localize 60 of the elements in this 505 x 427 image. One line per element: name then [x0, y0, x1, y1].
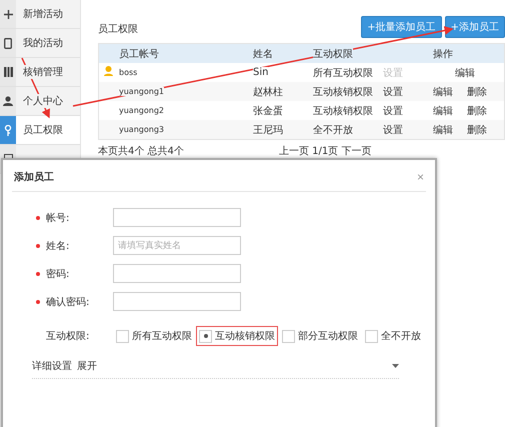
field-label: 密码:	[46, 268, 70, 280]
required-icon	[36, 216, 40, 220]
column-header: 互动权限	[313, 46, 353, 60]
settings-link[interactable]: 设置	[383, 122, 403, 136]
action-link[interactable]: 删除	[467, 104, 487, 118]
input-field[interactable]	[113, 264, 241, 283]
action-link[interactable]: 删除	[467, 84, 487, 98]
column-header: 操作	[433, 46, 453, 60]
book-icon	[4, 67, 12, 77]
permission-option[interactable]: 所有互动权限	[113, 326, 195, 346]
settings-link[interactable]: 设置	[383, 104, 403, 118]
dialog-title: 添加员工	[14, 170, 54, 184]
required-icon	[36, 272, 40, 276]
expand-link[interactable]: 展开	[77, 359, 97, 373]
action-link[interactable]: 编辑	[433, 84, 453, 98]
field-label: 帐号:	[46, 212, 70, 224]
table-cell: 互动核销权限	[313, 104, 373, 118]
action-link[interactable]: 编辑	[433, 122, 453, 136]
table-cell: yuangong3	[119, 125, 164, 134]
table-cell: 赵林柱	[253, 84, 283, 98]
plus-icon	[4, 10, 12, 18]
input-field[interactable]	[113, 292, 241, 311]
details-label: 详细设置	[32, 360, 72, 373]
column-header: 员工帐号	[119, 46, 159, 60]
user-icon	[3, 96, 13, 106]
table-cell: 全不开放	[313, 122, 353, 136]
permission-option[interactable]: 全不开放	[362, 326, 424, 346]
permission-option[interactable]: 互动核销权限	[196, 326, 278, 346]
page-title: 员工权限	[98, 22, 138, 36]
table-cell: yuangong2	[119, 106, 164, 115]
action-link[interactable]: 删除	[467, 122, 487, 136]
table-cell: yuangong1	[119, 87, 164, 96]
table-cell: boss	[119, 68, 138, 77]
page-summary: 本页共4个 总共4个	[98, 144, 184, 158]
table-cell: 所有互动权限	[313, 66, 373, 80]
table-cell: Sin	[253, 67, 268, 78]
sidebar-item[interactable]: 员工权限	[0, 116, 80, 145]
permission-option[interactable]: 部分互动权限	[279, 326, 361, 346]
column-header: 姓名	[253, 46, 273, 60]
field-label: 确认密码:	[46, 296, 90, 308]
caret-icon[interactable]	[392, 364, 399, 368]
input-field[interactable]	[113, 208, 241, 227]
action-link[interactable]: 编辑	[433, 104, 453, 118]
table-cell: 互动核销权限	[313, 84, 373, 98]
table-cell: 王尼玛	[253, 122, 283, 136]
action-link[interactable]: 编辑	[455, 66, 475, 80]
settings-link[interactable]: 设置	[383, 84, 403, 98]
table-cell: 张金蛋	[253, 104, 283, 118]
field-label: 互动权限:	[46, 330, 90, 343]
sidebar-item[interactable]: 个人中心	[0, 87, 80, 116]
pagination[interactable]: 上一页 1/1页 下一页	[278, 144, 372, 158]
key-icon	[4, 124, 12, 136]
tablet-icon	[4, 38, 12, 48]
sidebar-item[interactable]: 核销管理	[0, 58, 80, 87]
sidebar-item[interactable]: 新增活动	[0, 0, 80, 29]
required-icon	[36, 300, 40, 304]
required-icon	[36, 244, 40, 248]
input-field[interactable]: 请填写真实姓名	[113, 236, 241, 255]
field-label: 姓名:	[46, 240, 70, 252]
sidebar-item[interactable]: 我的活动	[0, 29, 80, 58]
